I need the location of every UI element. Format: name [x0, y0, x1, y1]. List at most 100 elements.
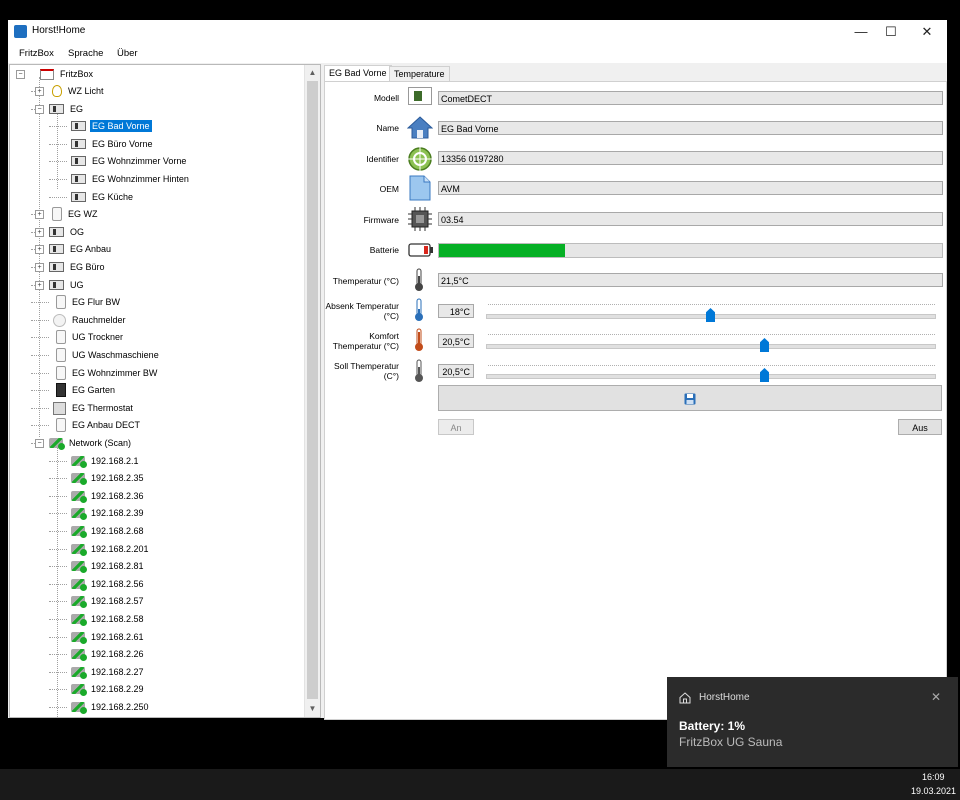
menu-fritzbox[interactable]: FritzBox: [19, 48, 54, 59]
expand-icon[interactable]: +: [35, 209, 44, 219]
tree-item[interactable]: EG Flur BW: [35, 294, 122, 310]
scroll-up-icon[interactable]: ▲: [305, 65, 320, 80]
tree-child-item[interactable]: 192.168.2.39: [53, 505, 146, 521]
oem-field[interactable]: AVM: [438, 181, 943, 195]
switch-icon: [71, 174, 86, 184]
network-icon: [71, 614, 87, 626]
battery-level-fill: [439, 244, 565, 257]
network-icon: [71, 526, 87, 538]
bulb-icon: [52, 85, 62, 97]
tree-item[interactable]: + EG Anbau: [35, 241, 113, 257]
komfort-label: Komfort Themperatur (°C): [332, 331, 399, 351]
tree-item[interactable]: Rauchmelder: [35, 312, 128, 328]
tree-item-label: 192.168.2.61: [91, 632, 144, 642]
device-tree[interactable]: − FritzBox + WZ Licht − EG EG Bad Vorne EG Bü…: [9, 64, 321, 718]
tree-item[interactable]: + UG: [35, 277, 86, 293]
collapse-icon[interactable]: −: [35, 104, 44, 114]
scroll-thumb[interactable]: [307, 81, 318, 699]
modell-field[interactable]: CometDECT: [438, 91, 943, 105]
komfort-value[interactable]: 20,5°C: [438, 334, 474, 348]
tree-item-label: 192.168.2.29: [91, 684, 144, 694]
tree-child-item[interactable]: 192.168.2.250: [53, 699, 151, 715]
temperature-field[interactable]: 21,5°C: [438, 273, 943, 287]
tree-root[interactable]: − FritzBox: [16, 66, 95, 82]
tree-child-item[interactable]: EG Wohnzimmer Hinten: [53, 171, 191, 187]
tree-child-item[interactable]: 192.168.2.68: [53, 523, 146, 539]
soll-value[interactable]: 20,5°C: [438, 364, 474, 378]
tree-item[interactable]: EG Thermostat: [35, 400, 135, 416]
tree-root-label: FritzBox: [60, 69, 94, 79]
tree-item[interactable]: + EG Büro: [35, 259, 107, 275]
tree-child-item[interactable]: 192.168.2.26: [53, 646, 146, 662]
minimize-button[interactable]: —: [844, 20, 878, 44]
collapse-icon[interactable]: −: [16, 69, 25, 79]
soll-slider-thumb[interactable]: [760, 368, 769, 382]
tree-item[interactable]: UG Trockner: [35, 329, 125, 345]
komfort-slider[interactable]: [486, 344, 936, 349]
tree-child-item[interactable]: 192.168.2.1: [53, 453, 141, 469]
maximize-button[interactable]: ☐: [874, 20, 908, 44]
tree-item[interactable]: + EG WZ: [35, 206, 100, 222]
plug-icon: [56, 366, 66, 380]
tree-child-item[interactable]: EG Büro Vorne: [53, 136, 155, 152]
tree-item-label: EG Flur BW: [72, 297, 121, 307]
expand-icon[interactable]: +: [35, 227, 44, 237]
tree-item[interactable]: EG Garten: [35, 382, 117, 398]
tree-item-label: 192.168.2.27: [91, 667, 144, 677]
expand-icon[interactable]: +: [35, 244, 44, 254]
toast-app-name: HorstHome: [699, 692, 750, 703]
toast-close-icon[interactable]: ✕: [931, 690, 941, 704]
switch-icon: [49, 227, 64, 237]
tree-item-label: 192.168.2.26: [91, 649, 144, 659]
tree-child-item[interactable]: 192.168.2.81: [53, 558, 146, 574]
name-field[interactable]: EG Bad Vorne: [438, 121, 943, 135]
tree-item-label: UG Waschmaschiene: [72, 350, 159, 360]
identifier-field[interactable]: 13356 0197280: [438, 151, 943, 165]
collapse-icon[interactable]: −: [35, 438, 44, 448]
window-title: Horst!Home: [32, 25, 86, 36]
tree-child-item[interactable]: EG Bad Vorne: [53, 118, 152, 134]
tree-child-item[interactable]: 192.168.2.27: [53, 664, 146, 680]
soll-slider[interactable]: [486, 374, 936, 379]
taskbar-date[interactable]: 19.03.2021: [911, 786, 956, 796]
tree-child-item[interactable]: 192.168.2.61: [53, 629, 146, 645]
scroll-down-icon[interactable]: ▼: [305, 701, 320, 716]
absenk-slider-thumb[interactable]: [706, 308, 715, 322]
network-icon: [71, 632, 87, 644]
on-button[interactable]: An: [438, 419, 474, 435]
absenk-ticks: [488, 304, 935, 307]
tree-item[interactable]: − Network (Scan): [35, 435, 133, 451]
tree-item[interactable]: EG Anbau DECT: [35, 417, 142, 433]
tree-child-item[interactable]: EG Küche: [53, 189, 135, 205]
tree-child-item[interactable]: 192.168.2.56: [53, 576, 146, 592]
taskbar-time[interactable]: 16:09: [922, 772, 945, 782]
expand-icon[interactable]: +: [35, 86, 44, 96]
absenk-value[interactable]: 18°C: [438, 304, 474, 318]
tree-child-item[interactable]: 192.168.2.29: [53, 681, 146, 697]
tree-child-item[interactable]: 192.168.2.58: [53, 611, 146, 627]
off-button[interactable]: Aus: [898, 419, 942, 435]
close-button[interactable]: ✕: [910, 20, 944, 44]
expand-icon[interactable]: +: [35, 262, 44, 272]
tree-child-item[interactable]: 192.168.2.35: [53, 470, 146, 486]
tree-scrollbar[interactable]: ▲ ▼: [304, 65, 320, 717]
toast-home-icon: [679, 692, 691, 704]
tree-item[interactable]: − EG: [35, 101, 85, 117]
tree-child-item[interactable]: 192.168.2.201: [53, 541, 151, 557]
notification-toast[interactable]: HorstHome ✕ Battery: 1% FritzBox UG Saun…: [667, 677, 958, 767]
komfort-slider-thumb[interactable]: [760, 338, 769, 352]
tree-item[interactable]: EG Wohnzimmer BW: [35, 365, 159, 381]
tree-item-label: 192.168.2.1: [91, 456, 139, 466]
tree-item[interactable]: UG Waschmaschiene: [35, 347, 161, 363]
expand-icon[interactable]: +: [35, 280, 44, 290]
tree-child-item[interactable]: 192.168.2.36: [53, 488, 146, 504]
tree-item[interactable]: + WZ Licht: [35, 83, 106, 99]
tree-item[interactable]: + OG: [35, 224, 86, 240]
tree-child-item[interactable]: 192.168.2.57: [53, 593, 146, 609]
menu-ueber[interactable]: Über: [117, 48, 138, 59]
menu-sprache[interactable]: Sprache: [68, 48, 103, 59]
tree-item-label: EG Wohnzimmer Vorne: [92, 156, 187, 166]
tree-child-item[interactable]: EG Wohnzimmer Vorne: [53, 153, 188, 169]
save-button[interactable]: [438, 385, 942, 411]
firmware-field[interactable]: 03.54: [438, 212, 943, 226]
